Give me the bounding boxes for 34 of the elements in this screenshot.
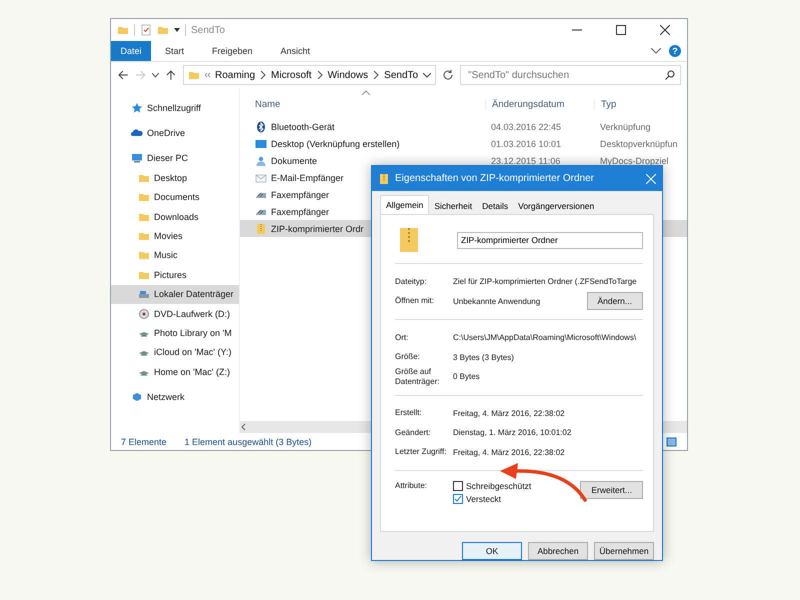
- dialog-title: Eigenschaften von ZIP-komprimierter Ordner: [395, 173, 594, 184]
- property-value: Dienstag, 1. März 2016, 10:01:02: [453, 428, 572, 438]
- modified-date: 01.03.2016 10:01: [490, 138, 562, 148]
- property-label: Letzter Zugriff:: [395, 447, 448, 458]
- file-name: Faxempfänger: [271, 206, 330, 216]
- file-type: Desktopverknüpfun: [599, 138, 679, 148]
- file-name: Faxempfänger: [271, 190, 330, 200]
- selection-info: 1 Element ausgewählt (3 Bytes): [184, 436, 312, 446]
- file-type: MyDocs-Dropziel: [599, 156, 670, 166]
- file-name: E-Mail-Empfänger: [271, 172, 344, 182]
- property-value: 0 Bytes: [453, 372, 481, 382]
- property-value: Freitag, 4. März 2016, 22:38:02: [453, 448, 566, 457]
- file-name: ZIP-komprimierter Ordr: [271, 224, 364, 234]
- property-label: Ort:: [395, 332, 410, 343]
- property-label: Geändert:: [395, 428, 432, 438]
- property-label: Größe:: [395, 352, 421, 362]
- modified-date: 23.12.2015 11:06: [490, 156, 562, 166]
- property-value: C:\Users\JM\AppData\Roaming\Microsoft\Windows\: [453, 333, 638, 342]
- window-title: SendTo: [191, 24, 225, 36]
- property-label: Öffnen mit:: [395, 296, 435, 306]
- property-value: Unbekannte Anwendung: [453, 296, 542, 306]
- property-value: Freitag, 4. März 2016, 22:38:02: [453, 408, 566, 418]
- property-value: 3 Bytes (3 Bytes): [453, 352, 515, 362]
- property-label: Dateityp:: [395, 276, 428, 287]
- file-name: Desktop (Verknüpfung erstellen): [271, 138, 400, 148]
- file-name: Bluetooth-Gerät: [271, 122, 335, 132]
- item-count: 7 Elemente: [121, 436, 167, 446]
- file-name: Dokumente: [271, 156, 318, 166]
- property-label: Attribute:: [395, 481, 428, 491]
- property-value: Ziel für ZIP-komprimierten Ordner (.ZFSendToTarge: [453, 277, 638, 286]
- modified-date: 04.03.2016 22:45: [490, 122, 562, 132]
- property-label: Größe auf Datenträger:: [395, 367, 440, 386]
- file-type: Verknüpfung: [599, 122, 652, 132]
- property-label: Erstellt:: [395, 408, 423, 418]
